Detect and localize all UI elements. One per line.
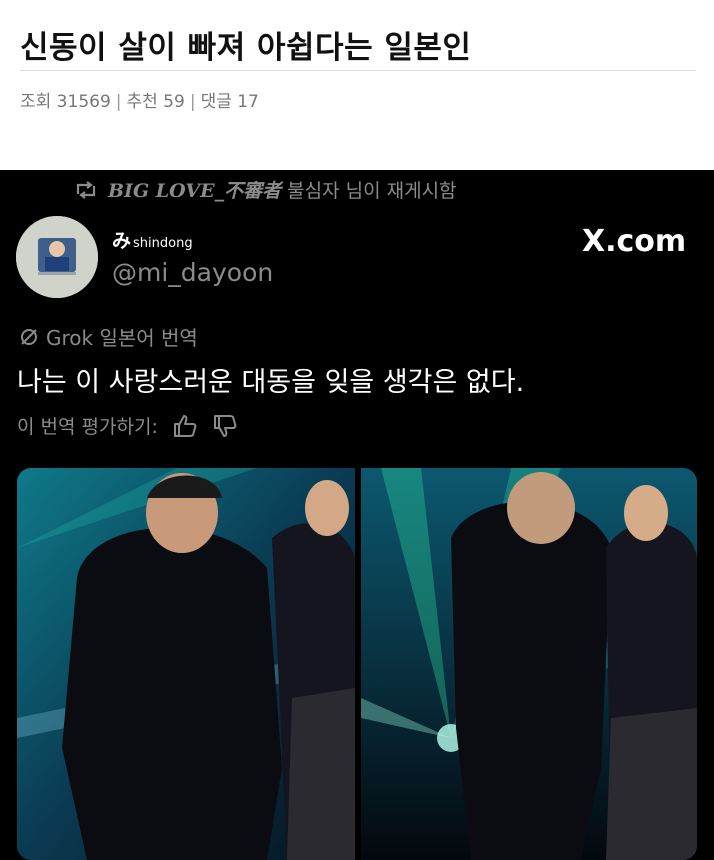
grok-label-text: Grok 일본어 번역 xyxy=(46,326,198,350)
translated-text: 나는 이 사랑스러운 대동을 잊을 생각은 없다. xyxy=(17,367,525,398)
grok-icon xyxy=(21,328,37,345)
tweet-screenshot: BIG LOVE_不審者 불심자 님이 재게시함 み shindong @mi_d… xyxy=(0,170,714,860)
post-meta: 조회 31569 | 추천 59 | 댓글 17 xyxy=(20,87,259,112)
grok-translation-label: Grok 일본어 번역 xyxy=(18,322,198,351)
rate-translation-row: 이 번역 평가하기: xyxy=(17,412,238,439)
tweet-photo-left[interactable] xyxy=(17,468,355,860)
comment-count[interactable]: 댓글 17 xyxy=(201,92,259,112)
repost-icon xyxy=(76,180,96,199)
meta-separator: | xyxy=(115,92,122,112)
user-handle[interactable]: @mi_dayoon xyxy=(112,258,273,287)
thumbs-up-icon[interactable] xyxy=(172,413,198,439)
post-title: 신동이 살이 빠져 아쉽다는 일본인 xyxy=(20,30,472,66)
title-divider xyxy=(20,70,696,71)
post-header: 신동이 살이 빠져 아쉽다는 일본인 조회 31569 | 추천 59 | 댓글 17 xyxy=(0,0,714,170)
display-name[interactable]: み shindong xyxy=(112,226,193,253)
repost-text: 불심자 님이 재게시함 xyxy=(287,180,457,202)
x-logo: X.com xyxy=(582,224,687,259)
display-name-main: み xyxy=(112,230,132,252)
display-name-small: shindong xyxy=(133,236,193,251)
recommend-count[interactable]: 추천 59 xyxy=(127,92,185,112)
repost-line: BIG LOVE_不審者 불심자 님이 재게시함 xyxy=(74,176,457,203)
rate-label: 이 번역 평가하기: xyxy=(17,416,158,438)
tweet-photo-right[interactable] xyxy=(361,468,697,860)
avatar[interactable] xyxy=(16,216,98,298)
thumbs-down-icon[interactable] xyxy=(212,413,238,439)
repost-user[interactable]: BIG LOVE_不審者 xyxy=(108,180,281,202)
meta-separator: | xyxy=(189,92,196,112)
view-count: 조회 31569 xyxy=(20,92,111,112)
